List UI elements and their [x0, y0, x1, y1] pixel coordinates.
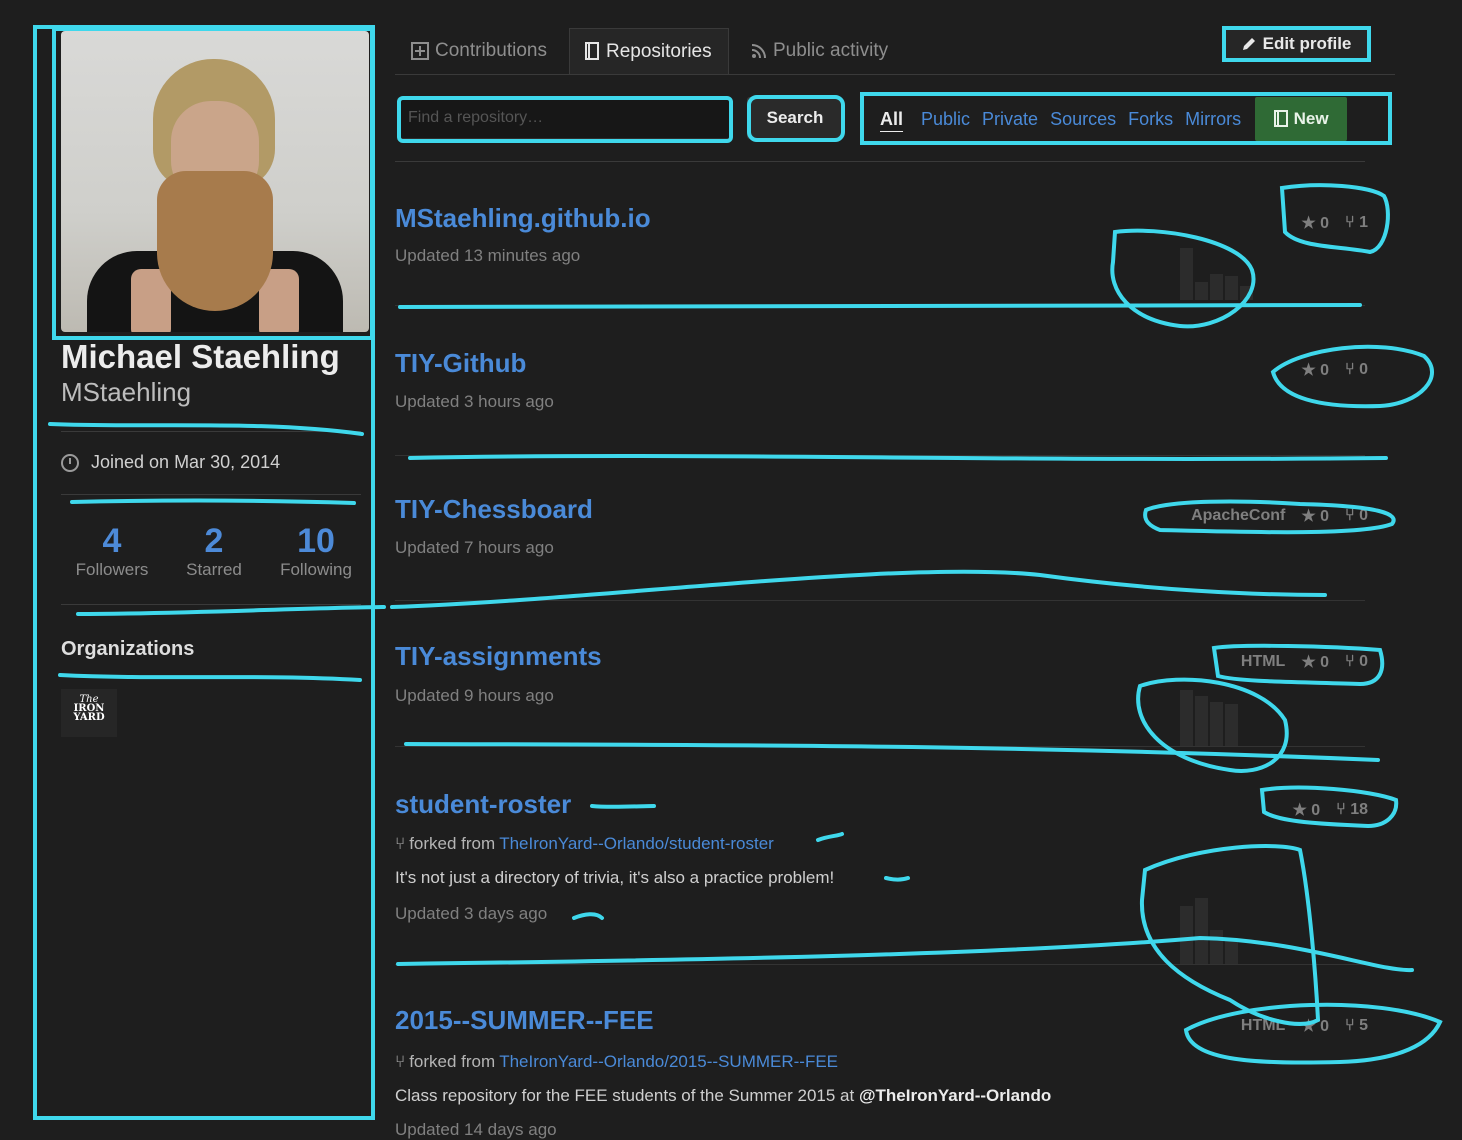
- annotation-scribbles: [48, 183, 1443, 1065]
